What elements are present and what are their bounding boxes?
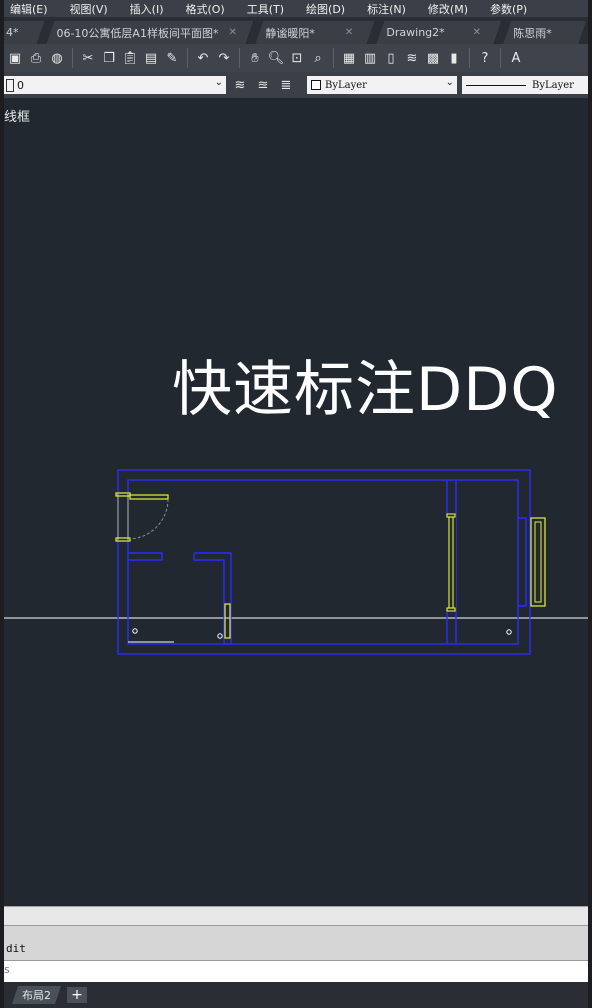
yellow-wall-segment xyxy=(224,603,231,639)
tab-label: 陈思雨* xyxy=(513,26,552,40)
current-layer: 0 xyxy=(17,78,24,92)
design-center-icon[interactable]: ▥ xyxy=(361,49,379,67)
command-history-text: dit xyxy=(6,942,26,955)
cut-icon[interactable]: ✂ xyxy=(79,49,97,67)
point-marker xyxy=(217,633,223,639)
zoom-window-icon[interactable]: ⊡ xyxy=(288,49,306,67)
point-marker xyxy=(132,628,138,634)
tab-layout-2[interactable]: 布局2 xyxy=(12,986,61,1004)
tool-palette-icon[interactable]: ▯ xyxy=(382,49,400,67)
command-prompt: s xyxy=(4,963,10,976)
layer-swatch xyxy=(6,78,14,92)
layer-dropdown[interactable]: 0 ⌄ xyxy=(4,76,226,94)
pan-icon[interactable]: ✋︎ xyxy=(246,49,264,67)
properties-icon[interactable]: ▦ xyxy=(340,49,358,67)
document-tab-bar: 4* 06-10公寓低层A1样板间平面图* ✕ 静谧暖阳* ✕ Drawing2… xyxy=(4,17,588,44)
help-icon[interactable]: ? xyxy=(476,49,494,67)
tab-label: 4* xyxy=(6,26,19,39)
tab-document-2[interactable]: 06-10公寓低层A1样板间平面图* ✕ xyxy=(46,21,253,44)
menu-parametric[interactable]: 参数(P) xyxy=(490,1,527,17)
add-layout-button[interactable]: + xyxy=(67,987,87,1003)
calculator-icon[interactable]: ▮ xyxy=(445,49,463,67)
chevron-down-icon: ⌄ xyxy=(214,77,223,88)
layer-previous-icon[interactable]: ≋ xyxy=(231,76,249,94)
close-icon[interactable]: ✕ xyxy=(228,27,236,38)
outer-wall xyxy=(117,469,531,655)
linetype-dropdown[interactable]: ByLayer xyxy=(462,76,588,94)
linetype-preview xyxy=(466,84,526,86)
standard-toolbar: ▣ ⎙ ◍ ✂ ❐ 📋︎ ▤ ✎ ↶ ↷ ✋︎ 🔍︎ ⊡ ⌕ ▦ ▥ ▯ ≋ ▩… xyxy=(4,44,588,72)
door-leaf xyxy=(129,494,169,500)
layer-match-icon[interactable]: ≣ xyxy=(277,76,295,94)
copy-icon[interactable]: ❐ xyxy=(100,49,118,67)
sheet-set-icon[interactable]: ≋ xyxy=(403,49,421,67)
menu-tools[interactable]: 工具(T) xyxy=(247,1,284,17)
tab-document-4[interactable]: Drawing2* ✕ xyxy=(376,21,501,44)
zoom-realtime-icon[interactable]: 🔍︎ xyxy=(267,49,285,67)
command-history: dit xyxy=(4,925,588,960)
autocad-window: 编辑(E) 视图(V) 插入(I) 格式(O) 工具(T) 绘图(D) 标注(N… xyxy=(4,0,588,1008)
toolbar-separator xyxy=(469,48,470,68)
open-icon[interactable]: ▣ xyxy=(6,49,24,67)
niche-wall xyxy=(518,517,527,607)
command-window-header[interactable] xyxy=(4,906,588,925)
tab-document-1[interactable]: 4* xyxy=(4,21,44,44)
paste-icon[interactable]: 📋︎ xyxy=(121,49,139,67)
tab-document-5[interactable]: 陈思雨* xyxy=(503,21,586,44)
chevron-down-icon: ⌄ xyxy=(445,77,454,88)
tab-label: 布局2 xyxy=(22,989,51,1002)
drawing-viewport[interactable]: 线框 快速标注DDQ xyxy=(4,98,588,906)
menu-edit[interactable]: 编辑(E) xyxy=(10,1,48,17)
menu-view[interactable]: 视图(V) xyxy=(70,1,108,17)
toolbar-separator xyxy=(500,48,501,68)
point-marker xyxy=(506,629,512,635)
linetype-value: ByLayer xyxy=(532,79,574,91)
menu-modify[interactable]: 修改(M) xyxy=(428,1,468,17)
tab-label: Drawing2* xyxy=(386,26,445,39)
door-swing xyxy=(129,498,169,540)
floor-plan-drawing xyxy=(4,469,588,655)
overlay-title: 快速标注DDQ xyxy=(172,355,559,425)
print-icon[interactable]: ⎙ xyxy=(27,49,45,67)
menu-format[interactable]: 格式(O) xyxy=(185,1,224,17)
layers-toolbar: 0 ⌄ ≋ ≊ ≣ ByLayer ⌄ ByLayer xyxy=(4,72,588,98)
preview-icon[interactable]: ◍ xyxy=(48,49,66,67)
close-icon[interactable]: ✕ xyxy=(473,27,481,38)
inner-wall xyxy=(127,479,519,645)
tab-label: 静谧暖阳* xyxy=(265,26,315,40)
undo-icon[interactable]: ↶ xyxy=(194,49,212,67)
menu-draw[interactable]: 绘图(D) xyxy=(306,1,345,17)
layout-tab-bar: 布局2 + xyxy=(4,982,588,1008)
block-icon[interactable]: ✎ xyxy=(163,49,181,67)
toolbar-separator xyxy=(187,48,188,68)
match-prop-icon[interactable]: ▤ xyxy=(142,49,160,67)
tab-label: 06-10公寓低层A1样板间平面图* xyxy=(56,26,219,40)
stub-wall xyxy=(128,552,163,561)
make-current-icon[interactable]: ≊ xyxy=(254,76,272,94)
zoom-previous-icon[interactable]: ⌕ xyxy=(309,49,327,67)
markup-icon[interactable]: ▩ xyxy=(424,49,442,67)
color-value: ByLayer xyxy=(325,79,367,91)
toolbar-separator xyxy=(239,48,240,68)
toolbar-separator xyxy=(333,48,334,68)
menu-bar: 编辑(E) 视图(V) 插入(I) 格式(O) 工具(T) 绘图(D) 标注(N… xyxy=(4,0,588,17)
text-style-icon[interactable]: A xyxy=(507,49,525,67)
redo-icon[interactable]: ↷ xyxy=(215,49,233,67)
menu-dimension[interactable]: 标注(N) xyxy=(367,1,406,17)
command-input[interactable]: s xyxy=(4,960,588,983)
menu-insert[interactable]: 插入(I) xyxy=(130,1,164,17)
window xyxy=(530,517,546,607)
close-icon[interactable]: ✕ xyxy=(345,27,353,38)
color-swatch xyxy=(311,80,321,90)
toolbar-separator xyxy=(72,48,73,68)
color-dropdown[interactable]: ByLayer ⌄ xyxy=(307,76,457,94)
tab-document-3[interactable]: 静谧暖阳* ✕ xyxy=(255,21,374,44)
